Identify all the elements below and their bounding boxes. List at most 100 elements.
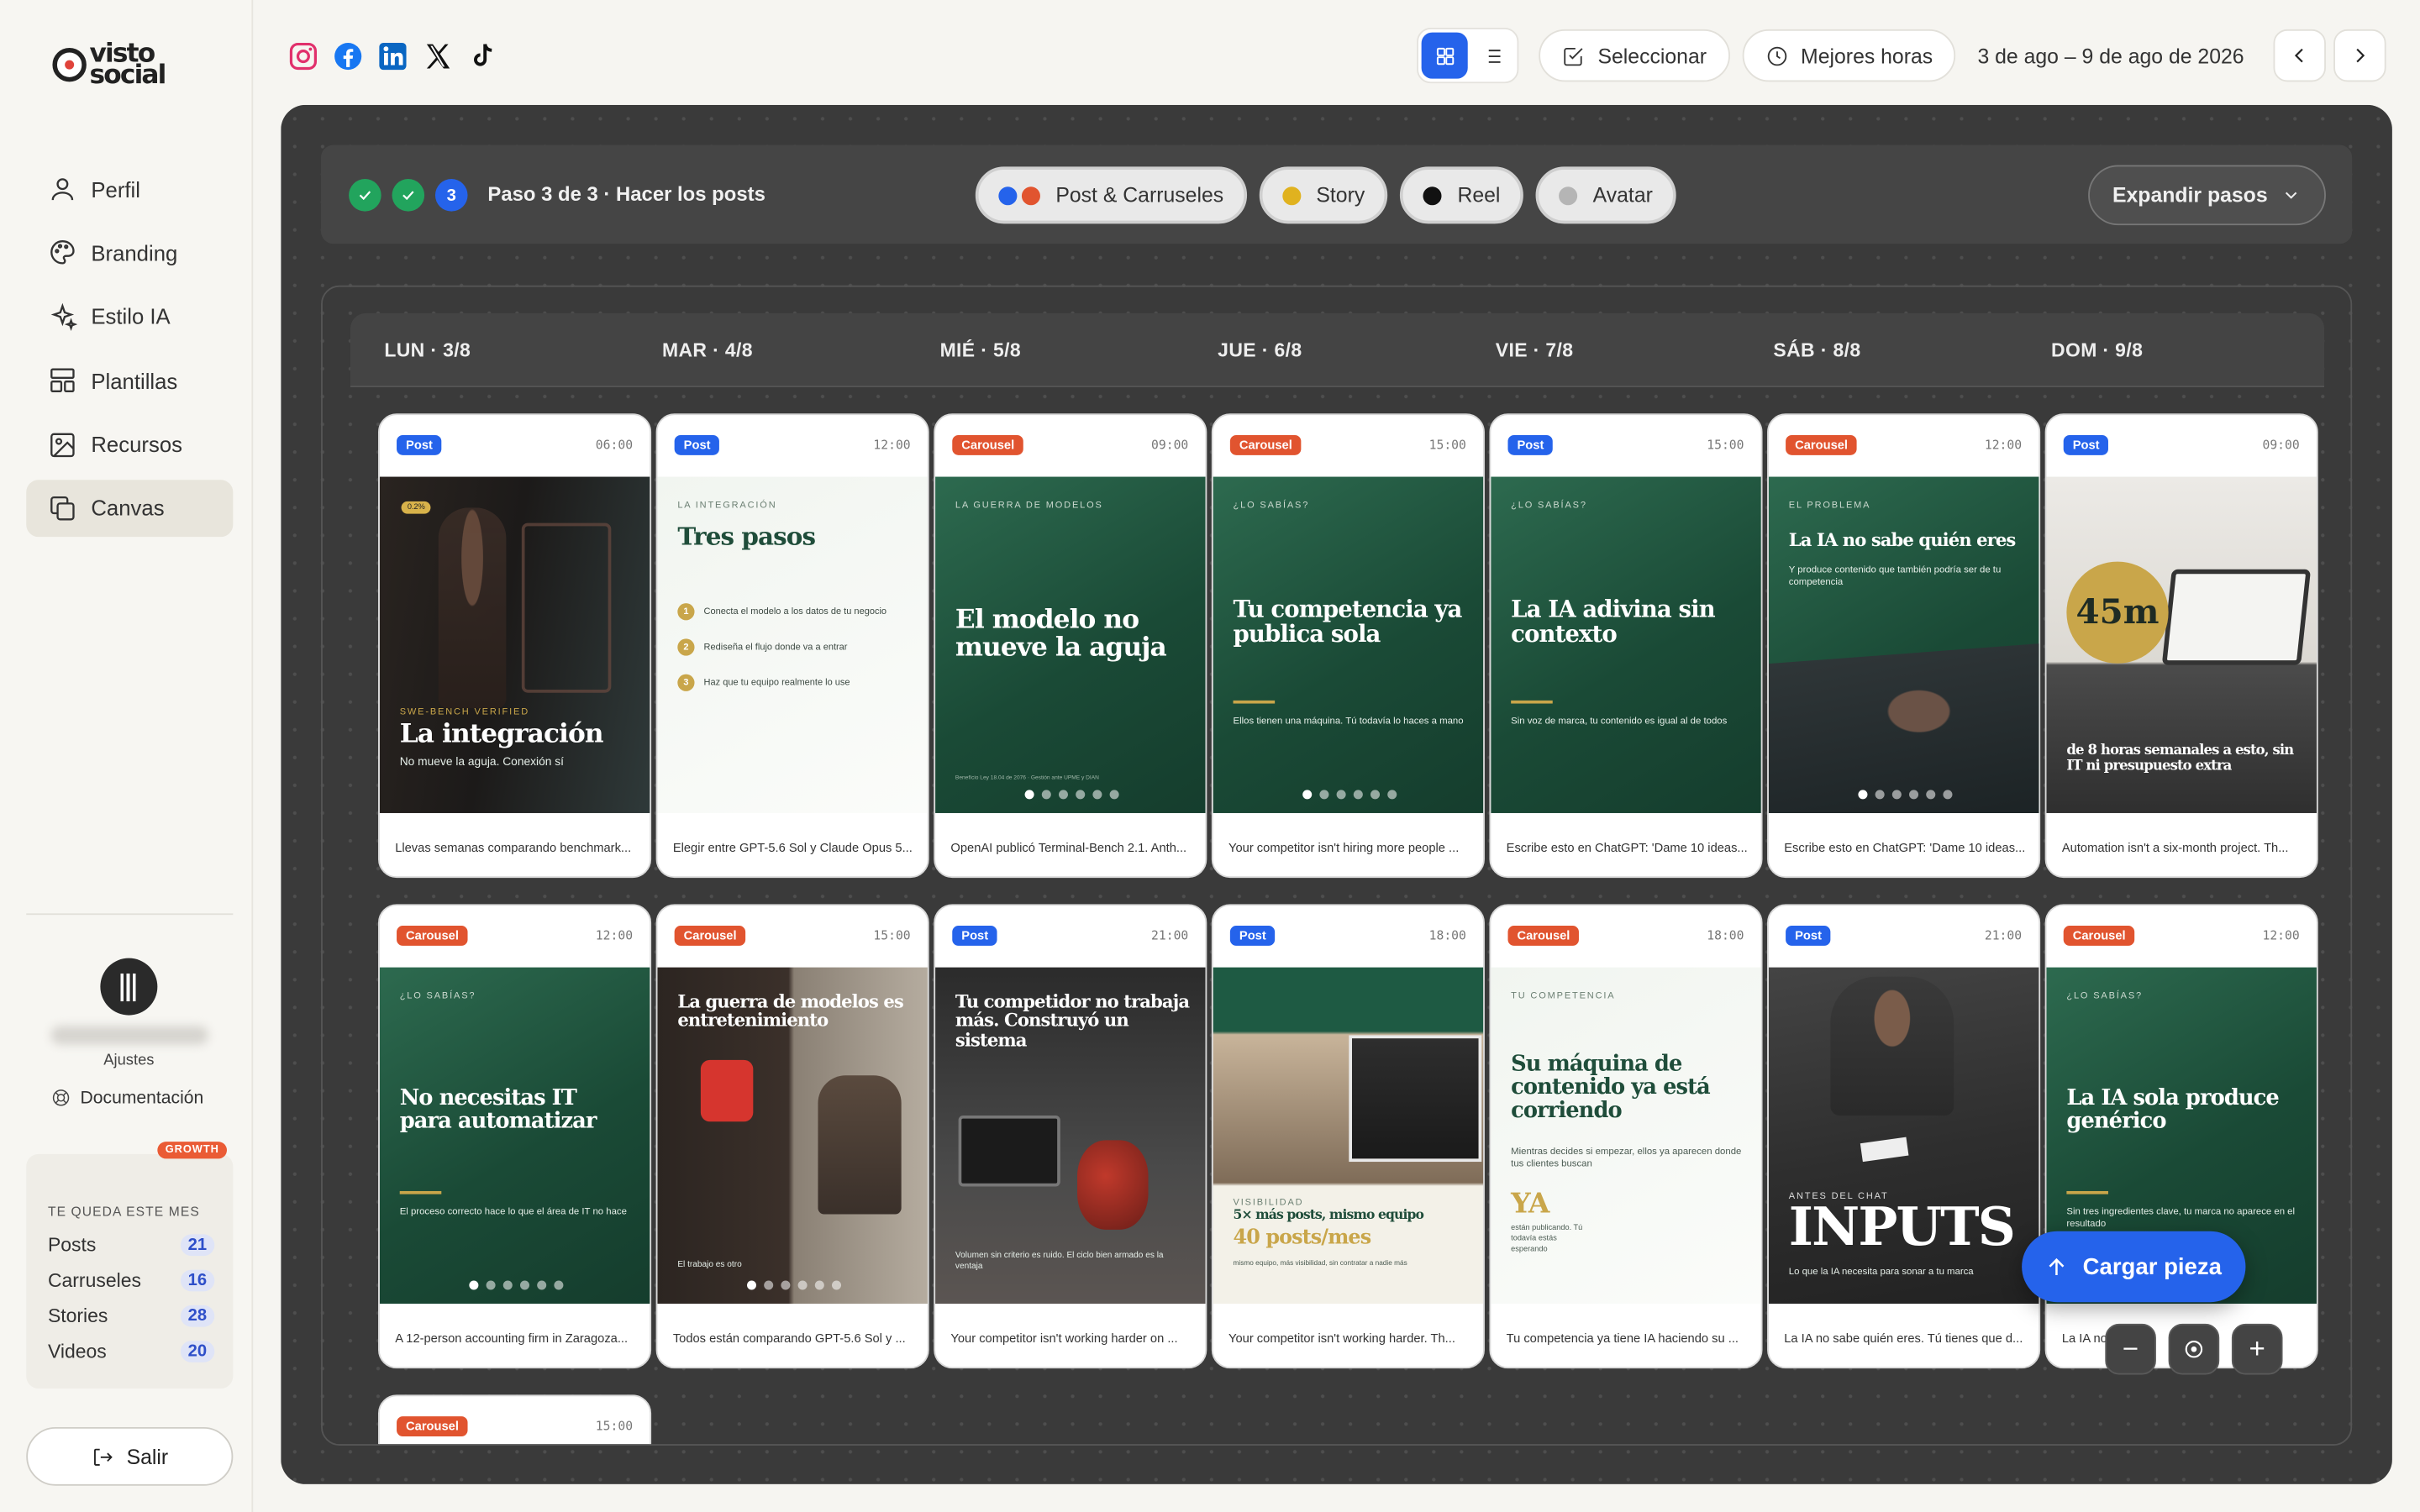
carousel-tag: Carousel: [2063, 926, 2135, 946]
post-time: 15:00: [595, 1419, 634, 1434]
carousel-card[interactable]: Carousel 12:00 EL PROBLEMA La IA no sabe …: [1767, 413, 2041, 879]
next-week-button[interactable]: [2333, 29, 2386, 82]
sidebar-item-label: Perfil: [91, 176, 140, 202]
post-caption: Automation isn't a six-month project. Th…: [2061, 841, 2289, 855]
carousel-card[interactable]: Carousel 18:00 TU COMPETENCIA Su máquina …: [1489, 904, 1763, 1369]
filter-label: Reel: [1457, 183, 1501, 207]
best-hours-button[interactable]: Mejores horas: [1742, 29, 1956, 82]
sidebar-item-perfil[interactable]: Perfil: [26, 160, 233, 218]
steps-bar: 3 Paso 3 de 3 · Hacer los posts Post & C…: [321, 144, 2353, 244]
circuit-illustration: [521, 522, 612, 693]
carousel-card[interactable]: Carousel 15:00 La guerra de modelos es en…: [655, 904, 929, 1369]
post-caption: Escribe esto en ChatGPT: 'Dame 10 ideas.…: [1506, 841, 1748, 855]
laptop-photo: [1349, 1035, 1482, 1163]
carousel-card[interactable]: Carousel 12:00 ¿LO SABÍAS? No necesitas I…: [377, 904, 652, 1369]
docs-link[interactable]: Documentación: [51, 1088, 203, 1108]
carousel-dots: [935, 790, 1205, 800]
card-headline: Su máquina de contenido ya está corriend…: [1511, 1052, 1711, 1124]
instagram-icon[interactable]: [286, 39, 319, 72]
card-headline: Tres pasos: [677, 521, 816, 551]
carousel-tag: Carousel: [1786, 434, 1858, 455]
carousel-dots: [380, 1280, 650, 1290]
logo[interactable]: visto social: [52, 41, 166, 89]
chevron-right-icon: [2356, 48, 2365, 63]
carousel-dots: [1769, 790, 2039, 800]
tiktok-icon[interactable]: [465, 39, 498, 72]
expand-steps-button[interactable]: Expandir pasos: [2088, 165, 2326, 226]
carousel-card[interactable]: Carousel 09:00 LA GUERRA DE MODELOS El mo…: [934, 413, 1207, 879]
quota-count: 16: [180, 1269, 215, 1292]
logout-button[interactable]: Salir: [26, 1426, 234, 1486]
post-preview: Tu competidor no trabaja más. Construyó …: [935, 967, 1206, 1305]
copy-icon: [50, 496, 75, 521]
quota-label: Videos: [47, 1341, 107, 1362]
card-headline: La IA no sabe quién eres: [1788, 528, 2017, 551]
linkedin-icon[interactable]: [375, 39, 408, 72]
settings-link[interactable]: Ajustes: [0, 1053, 258, 1069]
post-preview: 0.2% SWE-BENCH VERIFIED La integración N…: [379, 476, 650, 813]
post-preview: LA GUERRA DE MODELOS El modelo no mueve …: [935, 476, 1206, 813]
post-preview: La guerra de modelos es entretenimiento …: [657, 967, 928, 1305]
card-headline: La guerra de modelos es entretenimiento: [677, 990, 903, 1032]
percent-chip: 0.2%: [401, 501, 432, 514]
office-photo: [1768, 643, 2039, 813]
quota-row-videos: Videos 20: [47, 1341, 215, 1362]
laptop-photo: [2161, 569, 2312, 665]
step-3-current[interactable]: 3: [434, 179, 468, 212]
avatar[interactable]: [100, 958, 158, 1016]
filter-avatar[interactable]: Avatar: [1535, 166, 1676, 224]
zoom-in-button[interactable]: +: [2231, 1323, 2283, 1375]
filter-post-carruseles[interactable]: Post & Carruseles: [975, 166, 1247, 224]
day-header-vie: VIE · 7/8: [1495, 339, 1574, 361]
post-preview: TU COMPETENCIA Su máquina de contenido y…: [1491, 967, 1761, 1305]
post-caption: OpenAI publicó Terminal-Bench 2.1. Anth.…: [950, 841, 1187, 855]
select-button[interactable]: Seleccionar: [1539, 29, 1730, 82]
quota-count: 20: [180, 1341, 215, 1362]
post-card[interactable]: Post 06:00 0.2% SWE-BENCH VERIFIED La int…: [377, 413, 652, 879]
sidebar-item-recursos[interactable]: Recursos: [26, 416, 233, 473]
step-2-done[interactable]: [392, 179, 425, 212]
carousel-card[interactable]: Carousel 15:00 ¿LO SABÍAS? Tu competencia…: [1211, 413, 1485, 879]
post-card[interactable]: Post 21:00 Tu competidor no trabaja más. …: [934, 904, 1207, 1369]
post-card[interactable]: Post 18:00 VISIBILIDAD 5× más posts, mism…: [1211, 904, 1485, 1369]
zoom-out-button[interactable]: −: [2105, 1323, 2156, 1375]
app: visto social Perfil Branding Estilo IA Pl…: [0, 0, 2420, 1512]
sidebar-item-label: Recursos: [91, 432, 182, 457]
sidebar-item-plantillas[interactable]: Plantillas: [26, 352, 233, 409]
sidebar-item-canvas[interactable]: Canvas: [26, 480, 234, 538]
filter-story[interactable]: Story: [1259, 166, 1388, 224]
step-1-done[interactable]: [349, 179, 381, 212]
list-view-button[interactable]: [1468, 33, 1514, 79]
help-circle-icon: [52, 1089, 70, 1106]
day-header-sab: SÁB · 8/8: [1773, 339, 1861, 361]
filter-reel[interactable]: Reel: [1400, 166, 1523, 224]
day-header-mar: MAR · 4/8: [661, 339, 753, 361]
carousel-card[interactable]: Carousel 15:00: [377, 1394, 652, 1445]
post-card[interactable]: Post 09:00 45m de 8 horas semanales a est…: [2044, 413, 2318, 879]
card-subtitle: Mientras decides si empezar, ellos ya ap…: [1511, 1146, 1742, 1170]
prev-week-button[interactable]: [2273, 29, 2326, 82]
sidebar-item-label: Branding: [91, 240, 178, 265]
quota-count: 28: [180, 1305, 215, 1327]
select-label: Seleccionar: [1597, 44, 1707, 67]
x-icon[interactable]: [420, 39, 454, 72]
post-caption: Your competitor isn't hiring more people…: [1228, 841, 1460, 855]
carousel-tag: Carousel: [674, 926, 746, 946]
chevron-down-icon: [2286, 192, 2297, 199]
post-card[interactable]: Post 12:00 LA INTEGRACIÓN Tres pasos 1 Con…: [655, 413, 929, 879]
card-big-word: YA: [1511, 1188, 1549, 1221]
sidebar: visto social Perfil Branding Estilo IA Pl…: [0, 0, 254, 1512]
sidebar-item-branding[interactable]: Branding: [26, 224, 233, 281]
zoom-reset-button[interactable]: [2168, 1323, 2220, 1375]
card-subtitle: El trabajo es otro: [677, 1260, 742, 1270]
facebook-icon[interactable]: [330, 39, 364, 72]
carousel-tag: Carousel: [1507, 926, 1580, 946]
post-caption: A 12-person accounting firm in Zaragoza.…: [395, 1331, 629, 1346]
upload-piece-button[interactable]: Cargar pieza: [2022, 1231, 2246, 1303]
post-card[interactable]: Post 21:00 ANTES DEL CHAT INPUTS Lo que l…: [1767, 904, 2041, 1369]
card-subtitle: Ellos tienen una máquina. Tú todavía lo …: [1233, 716, 1464, 727]
post-time: 06:00: [595, 438, 634, 453]
grid-view-button[interactable]: [1422, 32, 1469, 79]
sidebar-item-estilo-ia[interactable]: Estilo IA: [26, 288, 233, 345]
post-card[interactable]: Post 15:00 ¿LO SABÍAS? La IA adivina sin …: [1489, 413, 1763, 879]
